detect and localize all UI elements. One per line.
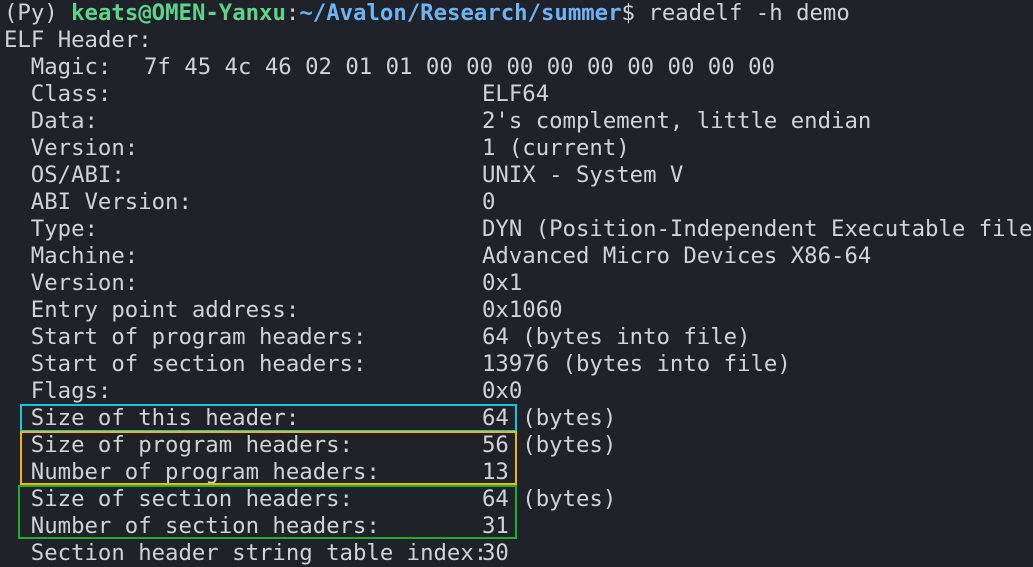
field-value: 30 <box>482 540 509 566</box>
header-field-row: Start of section headers: 13976 (bytes in… <box>4 351 850 378</box>
field-label: Start of section headers: <box>30 351 367 377</box>
field-value: 0x1060 <box>482 297 563 323</box>
highlight-section-headers <box>18 485 517 539</box>
field-label: Flags: <box>30 378 112 404</box>
field-label: OS/ABI: <box>30 162 125 188</box>
field-label: Class: <box>30 81 112 107</box>
field-value: 13976 (bytes into file) <box>482 351 791 377</box>
highlight-program-headers <box>20 431 517 485</box>
field-label: Section header string table index: <box>30 540 488 566</box>
highlight-this-header <box>20 404 517 432</box>
header-field-row: Flags: 0x0 <box>4 378 850 405</box>
prompt-line: (Py) keats@OMEN-Yanxu:~/Avalon/Research/… <box>4 0 850 27</box>
field-value: 0x1 <box>482 270 523 296</box>
cwd-path: ~/Avalon/Research/summer <box>299 0 622 26</box>
header-field-row: Class: ELF64 <box>4 81 850 108</box>
header-field-row: Entry point address: 0x1060 <box>4 297 850 324</box>
env-name: (Py) <box>4 0 72 26</box>
field-label: Version: <box>30 270 139 296</box>
field-label: Entry point address: <box>30 297 300 323</box>
field-value: UNIX - System V <box>482 162 684 188</box>
field-label: ABI Version: <box>30 189 192 215</box>
field-value: ELF64 <box>482 81 550 107</box>
field-label: Machine: <box>30 243 139 269</box>
header-field-row: Version: 0x1 <box>4 270 850 297</box>
field-label: Magic: <box>30 54 112 80</box>
field-value: 0 <box>482 189 496 215</box>
header-field-row: Type: DYN (Position-Independent Executabl… <box>4 216 1033 243</box>
header-field-row: Start of program headers: 64 (bytes into … <box>4 324 850 351</box>
header-field-row: OS/ABI: UNIX - System V <box>4 162 850 189</box>
elf-header-heading: ELF Header: <box>4 27 152 53</box>
header-field-row: Section header string table index: 30 <box>4 540 850 567</box>
command: readelf -h demo <box>648 0 850 26</box>
field-label: Version: <box>30 135 139 161</box>
field-value: 64 (bytes into file) <box>482 324 751 350</box>
field-value: DYN (Position-Independent Executable fil… <box>482 216 1033 242</box>
header-field-row: Machine: Advanced Micro Devices X86-64 <box>4 243 872 270</box>
field-label: Start of program headers: <box>30 324 367 350</box>
header-field-row: Magic: 7f 45 4c 46 02 01 01 00 00 00 00 0… <box>4 54 850 81</box>
header-field-row: Version: 1 (current) <box>4 135 850 162</box>
user-host: keats@OMEN-Yanxu <box>71 0 286 26</box>
prompt-colon: : <box>285 0 300 26</box>
header-field-row: ABI Version: 0 <box>4 189 850 216</box>
field-value: 2's complement, little endian <box>482 108 872 134</box>
field-label: Type: <box>30 216 98 242</box>
header-field-row: Data: 2's complement, little endian <box>4 108 872 135</box>
field-label: Data: <box>30 108 98 134</box>
field-value: 0x0 <box>482 378 523 404</box>
field-value: 7f 45 4c 46 02 01 01 00 00 00 00 00 00 0… <box>144 54 775 80</box>
field-value: Advanced Micro Devices X86-64 <box>482 243 872 269</box>
field-value: 1 (current) <box>482 135 630 161</box>
prompt-dollar: $ <box>621 0 649 26</box>
